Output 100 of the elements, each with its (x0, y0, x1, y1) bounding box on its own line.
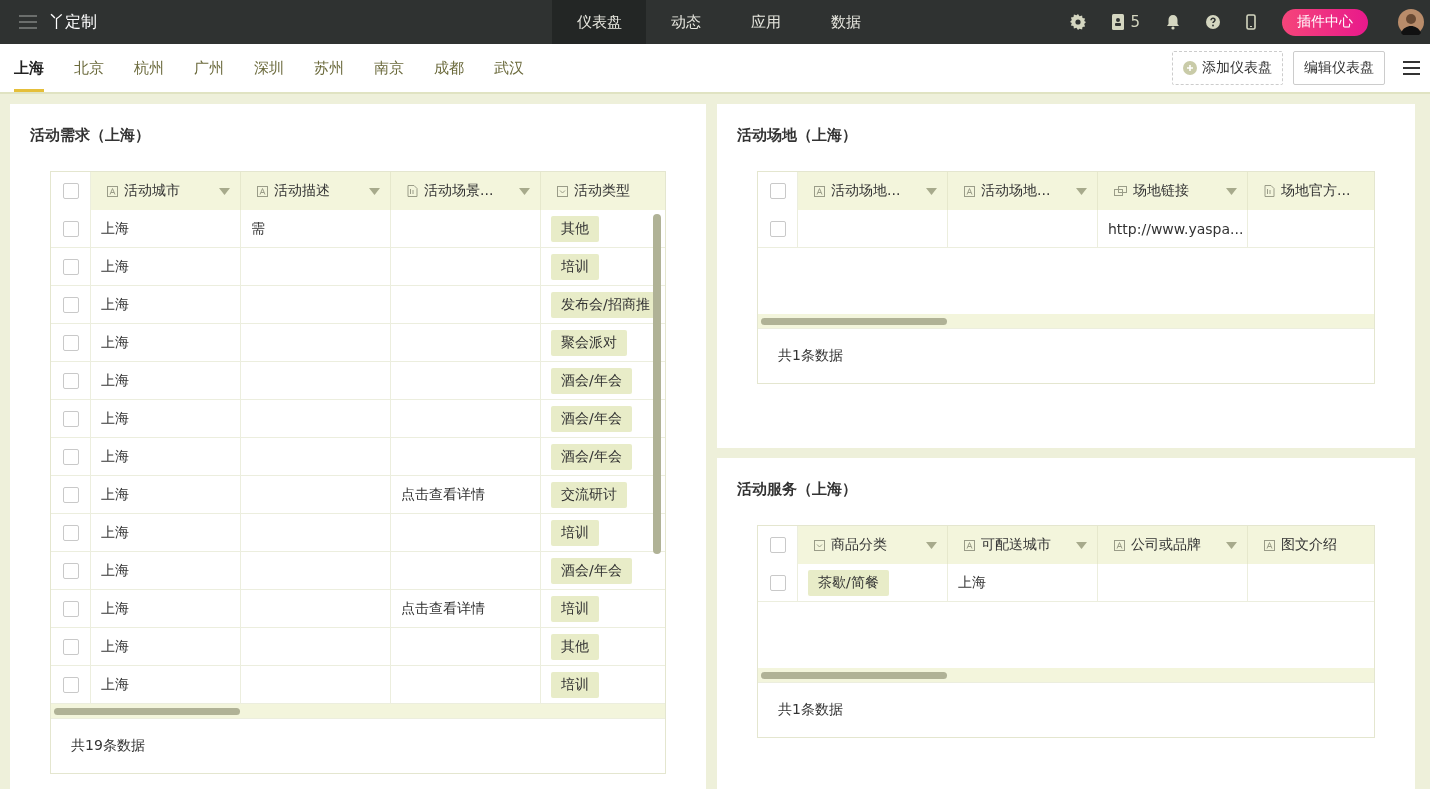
column-header[interactable]: 活动场地... (798, 172, 948, 210)
city-tab[interactable]: 成都 (434, 44, 464, 92)
column-header[interactable]: 活动城市 (91, 172, 241, 210)
text-field-icon (964, 539, 975, 551)
column-header[interactable]: 图文介绍 (1248, 526, 1374, 564)
nav-tab[interactable]: 应用 (726, 0, 806, 44)
mobile-icon[interactable] (1246, 14, 1256, 30)
help-icon[interactable] (1206, 15, 1220, 29)
city-tab[interactable]: 北京 (74, 44, 104, 92)
checkbox[interactable] (62, 258, 79, 275)
contact-book-icon[interactable] (1112, 14, 1125, 30)
checkbox[interactable] (62, 296, 79, 313)
table-cell: 上海 (101, 599, 129, 618)
bell-icon[interactable] (1166, 14, 1180, 30)
checkbox[interactable] (62, 448, 79, 465)
caret-icon[interactable] (219, 187, 230, 195)
select-field-icon (557, 185, 568, 197)
table-cell: 点击查看详情 (401, 485, 485, 504)
vertical-scrollbar[interactable] (653, 214, 661, 554)
checkbox[interactable] (62, 524, 79, 541)
text-field-icon (257, 185, 268, 197)
record-count: 共1条数据 (778, 701, 843, 719)
checkbox[interactable] (62, 220, 79, 237)
settings-icon[interactable] (1070, 14, 1087, 30)
link-icon (1114, 185, 1127, 197)
checkbox[interactable] (769, 183, 786, 199)
column-header[interactable]: 活动类型 (541, 172, 665, 210)
nav-tab[interactable]: 动态 (646, 0, 726, 44)
table-cell: 上海 (101, 523, 129, 542)
category-tag: 酒会/年会 (551, 443, 632, 470)
column-header[interactable]: 商品分类 (798, 526, 948, 564)
column-header[interactable]: 活动场景... (391, 172, 541, 210)
checkbox[interactable] (62, 638, 79, 655)
caret-icon[interactable] (926, 541, 937, 549)
category-tag: 酒会/年会 (551, 557, 632, 584)
category-tag: 培训 (551, 519, 599, 546)
avatar[interactable] (1398, 9, 1424, 35)
checkbox[interactable] (62, 562, 79, 579)
plus-icon (1183, 61, 1197, 75)
checkbox[interactable] (62, 183, 79, 199)
checkbox[interactable] (769, 220, 786, 237)
caret-icon[interactable] (926, 187, 937, 195)
panel-title: 活动需求（上海） (30, 126, 151, 145)
text-field-icon (964, 185, 975, 197)
panel-title: 活动服务（上海） (737, 480, 858, 499)
caret-icon[interactable] (1076, 187, 1087, 195)
menu-icon[interactable] (1403, 61, 1420, 75)
nav-tab[interactable]: 仪表盘 (552, 0, 646, 44)
plugin-center-button[interactable]: 插件中心 (1282, 8, 1368, 36)
horizontal-scrollbar[interactable] (51, 704, 665, 718)
table-cell: 上海 (101, 295, 129, 314)
category-tag: 酒会/年会 (551, 367, 632, 394)
contacts-count: 5 (1130, 13, 1140, 31)
city-tab[interactable]: 苏州 (314, 44, 344, 92)
horizontal-scrollbar[interactable] (758, 314, 1374, 328)
city-tab[interactable]: 上海 (14, 44, 44, 92)
table-cell: 上海 (101, 675, 129, 694)
caret-icon[interactable] (519, 187, 530, 195)
column-header[interactable]: 活动描述 (241, 172, 391, 210)
checkbox[interactable] (769, 574, 786, 591)
checkbox[interactable] (62, 372, 79, 389)
table-cell: http://www.yaspa... (1108, 220, 1244, 237)
column-header[interactable]: 场地官方... (1248, 172, 1374, 210)
city-tab[interactable]: 武汉 (494, 44, 524, 92)
city-tab[interactable]: 深圳 (254, 44, 284, 92)
table-cell: 点击查看详情 (401, 599, 485, 618)
table-cell: 上海 (101, 219, 129, 238)
text-field-icon (814, 185, 825, 197)
checkbox[interactable] (62, 486, 79, 503)
caret-icon[interactable] (1226, 187, 1237, 195)
nav-tab[interactable]: 数据 (806, 0, 886, 44)
checkbox[interactable] (769, 537, 786, 553)
city-tab[interactable]: 南京 (374, 44, 404, 92)
city-tab[interactable]: 广州 (194, 44, 224, 92)
category-tag: 其他 (551, 215, 599, 242)
column-header[interactable]: 场地链接 (1098, 172, 1248, 210)
category-tag: 酒会/年会 (551, 405, 632, 432)
checkbox[interactable] (62, 410, 79, 427)
table-cell: 需 (251, 219, 265, 238)
category-tag: 其他 (551, 633, 599, 660)
category-tag: 培训 (551, 671, 599, 698)
horizontal-scrollbar[interactable] (758, 668, 1374, 682)
column-header[interactable]: 活动场地... (948, 172, 1098, 210)
add-dashboard-button[interactable]: 添加仪表盘 (1172, 51, 1283, 85)
file-icon (407, 185, 418, 197)
edit-dashboard-button[interactable]: 编辑仪表盘 (1293, 51, 1385, 85)
table-cell: 上海 (101, 447, 129, 466)
column-header[interactable]: 可配送城市 (948, 526, 1098, 564)
caret-icon[interactable] (1226, 541, 1237, 549)
caret-icon[interactable] (1076, 541, 1087, 549)
table-cell: 上海 (101, 371, 129, 390)
checkbox[interactable] (62, 600, 79, 617)
caret-icon[interactable] (369, 187, 380, 195)
checkbox[interactable] (62, 334, 79, 351)
table-cell: 上海 (101, 257, 129, 276)
column-header[interactable]: 公司或品牌 (1098, 526, 1248, 564)
checkbox[interactable] (62, 676, 79, 693)
category-tag: 茶歇/简餐 (808, 569, 889, 596)
table-cell: 上海 (101, 637, 129, 656)
city-tab[interactable]: 杭州 (134, 44, 164, 92)
